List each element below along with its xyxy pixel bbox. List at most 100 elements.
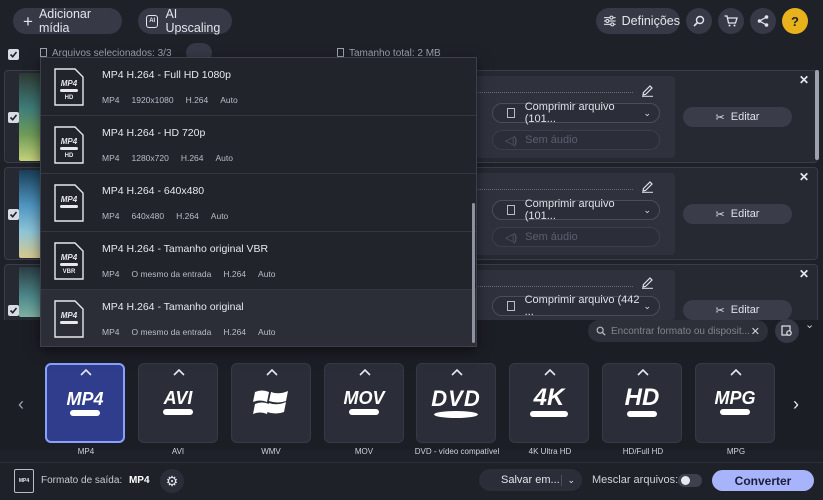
cart-icon bbox=[724, 15, 738, 27]
scissors-icon: ✂ bbox=[715, 208, 725, 221]
video-tag-icon bbox=[70, 410, 100, 416]
output-settings-button[interactable]: ⚙ bbox=[160, 469, 184, 493]
file-3-checkbox[interactable] bbox=[8, 305, 19, 316]
compress-label: Comprimir arquivo (101... bbox=[524, 101, 615, 125]
settings-button[interactable]: Definições bbox=[596, 8, 680, 34]
mp4-file-icon: MP4 bbox=[54, 184, 84, 222]
compress-label: Comprimir arquivo (101... bbox=[524, 198, 615, 222]
edit-label: Editar bbox=[730, 304, 760, 316]
preset-item[interactable]: MP4 HD MP4 H.264 - Full HD 1080p MP4 1920x… bbox=[41, 58, 476, 116]
chevron-up-icon[interactable] bbox=[450, 368, 464, 376]
format-label: MPG bbox=[726, 447, 746, 456]
chevron-up-icon[interactable] bbox=[358, 368, 372, 376]
sliders-icon bbox=[604, 15, 616, 27]
search-icon bbox=[693, 15, 705, 27]
preset-item[interactable]: MP4 VBR MP4 H.264 - Tamanho original VBR … bbox=[41, 232, 476, 290]
preset-meta: MP4 1920x1080 H.264 Auto bbox=[102, 95, 238, 105]
windows-icon bbox=[253, 390, 288, 414]
select-all-checkbox[interactable] bbox=[8, 49, 19, 60]
output-format[interactable]: Formato de saída: MP4 bbox=[41, 475, 150, 486]
avi-logo: AVI bbox=[163, 388, 193, 408]
check-icon bbox=[9, 51, 18, 58]
remove-file-3-button[interactable]: ✕ bbox=[799, 267, 809, 281]
audio-select[interactable]: ◁) Sem áudio bbox=[492, 227, 660, 247]
file-icon bbox=[40, 48, 47, 57]
remove-file-1-button[interactable]: ✕ bbox=[799, 73, 809, 87]
file-1-checkbox[interactable] bbox=[8, 112, 19, 123]
format-search-placeholder: Encontrar formato ou disposit... bbox=[611, 325, 750, 337]
chevron-up-icon[interactable] bbox=[172, 368, 186, 376]
video-tag-icon bbox=[720, 409, 750, 415]
merge-files-label: Mesclar arquivos: bbox=[592, 474, 679, 486]
compress-select[interactable]: Comprimir arquivo (101... ⌄ bbox=[492, 198, 660, 222]
svg-text:MP4: MP4 bbox=[61, 79, 78, 88]
preset-item[interactable]: MP4 MP4 H.264 - 640x480 MP4 640x480 H.264 A… bbox=[41, 174, 476, 232]
convert-button[interactable]: Converter bbox=[712, 470, 814, 491]
edit-label: Editar bbox=[730, 208, 760, 220]
add-media-button[interactable]: + Adicionar mídia bbox=[13, 7, 122, 35]
chevron-up-icon[interactable] bbox=[636, 368, 650, 376]
format-label: MOV bbox=[354, 447, 374, 456]
mp4-file-icon: MP4 HD bbox=[54, 126, 84, 164]
file-list-scrollbar[interactable] bbox=[815, 70, 819, 160]
file-1-progress-line bbox=[478, 92, 633, 93]
video-tag-icon bbox=[349, 409, 379, 415]
hd-logo: HD bbox=[624, 384, 660, 411]
merge-files-toggle[interactable] bbox=[678, 474, 702, 487]
chevron-down-icon[interactable]: ⌄ bbox=[561, 474, 575, 486]
preset-item[interactable]: MP4 HD MP4 H.264 - HD 720p MP4 1280x720 H.2… bbox=[41, 116, 476, 174]
search-button[interactable] bbox=[686, 8, 712, 34]
settings-label: Definições bbox=[621, 14, 680, 28]
scroll-right-arrow[interactable]: › bbox=[793, 394, 799, 415]
audio-select[interactable]: ◁) Sem áudio bbox=[492, 130, 660, 150]
chevron-up-icon[interactable] bbox=[729, 368, 743, 376]
video-thumbnail[interactable] bbox=[19, 267, 41, 317]
close-icon[interactable]: ✕ bbox=[751, 325, 760, 338]
format-label: HD/Full HD bbox=[622, 447, 664, 456]
collapse-panel-icon[interactable]: ⌄ bbox=[805, 318, 814, 331]
ai-upscaling-button[interactable]: AI AI Upscaling bbox=[138, 7, 232, 35]
preset-meta: MP4 O mesmo da entrada H.264 Auto bbox=[102, 327, 276, 337]
scissors-icon: ✂ bbox=[715, 304, 725, 317]
scroll-left-arrow[interactable]: ‹ bbox=[18, 394, 24, 415]
video-tag-icon bbox=[627, 411, 657, 417]
pencil-icon[interactable] bbox=[641, 180, 654, 193]
share-button[interactable] bbox=[750, 8, 776, 34]
dvd-logo: DVD bbox=[431, 386, 481, 411]
chevron-down-icon: ⌄ bbox=[643, 107, 651, 118]
help-button[interactable]: ? bbox=[782, 8, 808, 34]
compress-icon bbox=[507, 301, 515, 311]
pencil-icon[interactable] bbox=[641, 276, 654, 289]
edit-button[interactable]: ✂ Editar bbox=[683, 204, 792, 224]
output-format-file-icon: MP4 bbox=[14, 469, 34, 493]
device-detect-button[interactable] bbox=[775, 319, 799, 343]
compress-icon bbox=[507, 108, 515, 118]
video-thumbnail[interactable] bbox=[19, 73, 41, 161]
edit-button[interactable]: ✂ Editar bbox=[683, 300, 792, 320]
4k-logo: 4K bbox=[533, 384, 565, 411]
file-2-checkbox[interactable] bbox=[8, 209, 19, 220]
chevron-up-icon[interactable] bbox=[543, 368, 557, 376]
preset-title: MP4 H.264 - Tamanho original VBR bbox=[102, 243, 269, 255]
save-to-button[interactable]: Salvar em... ⌄ bbox=[479, 469, 582, 491]
audio-label: Sem áudio bbox=[525, 134, 578, 146]
compress-select[interactable]: Comprimir arquivo (442 ... ⌄ bbox=[492, 294, 660, 318]
format-label: WMV bbox=[261, 447, 281, 456]
format-search-input[interactable]: Encontrar formato ou disposit... ✕ bbox=[588, 320, 768, 342]
pencil-icon[interactable] bbox=[641, 84, 654, 97]
chevron-down-icon: ⌄ bbox=[643, 300, 651, 311]
cart-button[interactable] bbox=[718, 8, 744, 34]
format-label: MP4 bbox=[77, 447, 95, 456]
edit-button[interactable]: ✂ Editar bbox=[683, 107, 792, 127]
chevron-up-icon[interactable] bbox=[79, 368, 93, 376]
ultra-hd-tag-icon bbox=[530, 411, 568, 417]
compress-select[interactable]: Comprimir arquivo (101... ⌄ bbox=[492, 101, 660, 125]
remove-file-2-button[interactable]: ✕ bbox=[799, 170, 809, 184]
dropdown-scrollbar[interactable] bbox=[472, 203, 475, 343]
preset-dropdown: MP4 HD MP4 H.264 - Full HD 1080p MP4 1920x… bbox=[40, 57, 477, 347]
video-thumbnail[interactable] bbox=[19, 170, 41, 258]
preset-item[interactable]: MP4 MP4 H.264 - Tamanho original MP4 O me… bbox=[41, 290, 476, 346]
mp4-logo: MP4 bbox=[66, 389, 104, 409]
preset-meta: MP4 640x480 H.264 Auto bbox=[102, 211, 229, 221]
chevron-up-icon[interactable] bbox=[265, 368, 279, 376]
